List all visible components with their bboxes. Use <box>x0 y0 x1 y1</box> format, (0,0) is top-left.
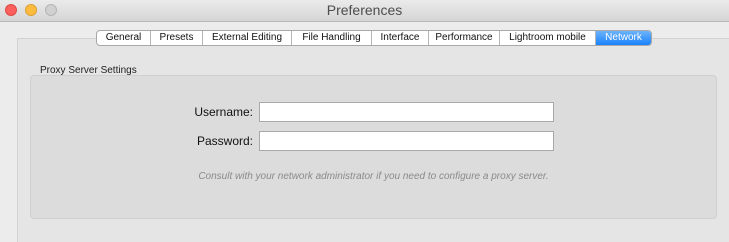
username-field[interactable] <box>259 102 554 122</box>
window-title: Preferences <box>326 2 403 18</box>
password-label: Password: <box>196 134 253 148</box>
preferences-tabs: General Presets External Editing File Ha… <box>96 30 652 46</box>
tab-interface[interactable]: Interface <box>372 31 429 45</box>
tab-network[interactable]: Network <box>596 31 651 45</box>
title-bar[interactable]: Preferences <box>0 0 729 22</box>
tab-performance[interactable]: Performance <box>429 31 500 45</box>
proxy-settings-heading: Proxy Server Settings <box>40 65 137 76</box>
tab-presets[interactable]: Presets <box>151 31 203 45</box>
tab-file-handling[interactable]: File Handling <box>292 31 372 45</box>
password-field[interactable] <box>259 131 554 151</box>
username-label: Username: <box>194 105 253 119</box>
tab-lightroom-mobile[interactable]: Lightroom mobile <box>500 31 596 45</box>
proxy-help-note: Consult with your network administrator … <box>198 171 549 182</box>
tab-general[interactable]: General <box>97 31 151 45</box>
preferences-window: Preferences General Presets External Edi… <box>0 0 729 242</box>
tab-external-editing[interactable]: External Editing <box>203 31 292 45</box>
